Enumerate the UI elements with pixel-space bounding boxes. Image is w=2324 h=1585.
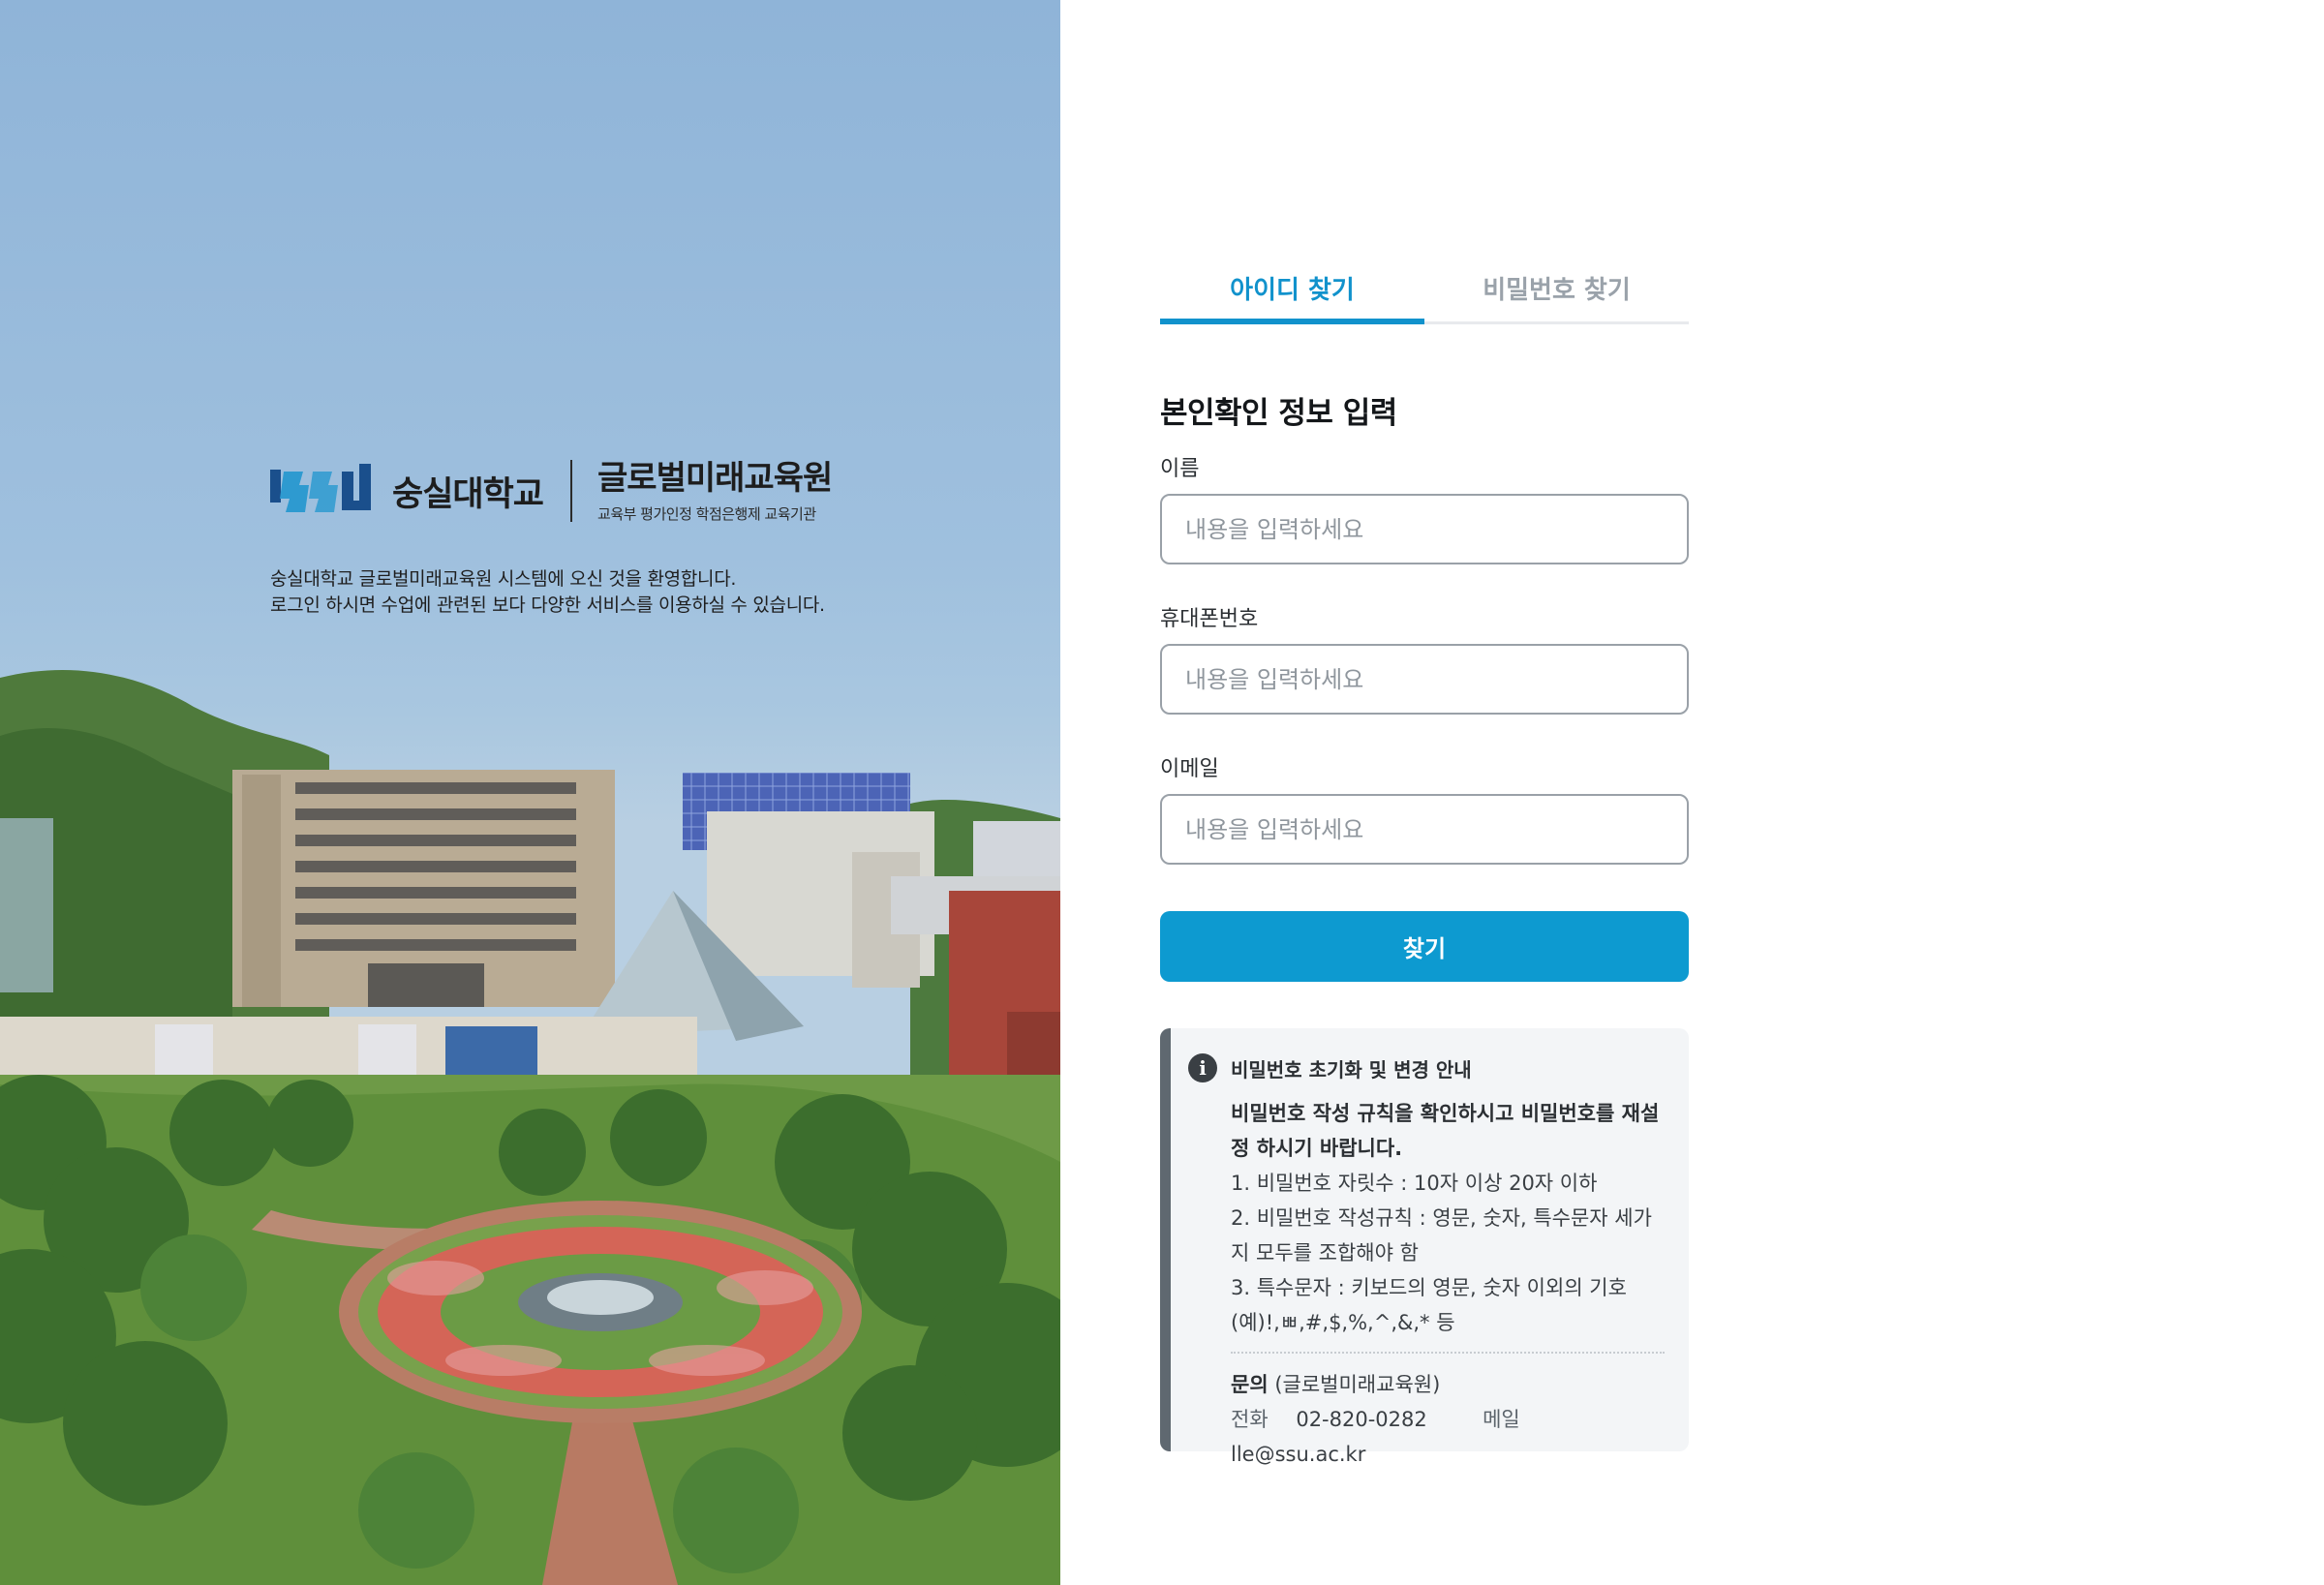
welcome-line-1: 숭실대학교 글로벌미래교육원 시스템에 오신 것을 환영합니다. bbox=[270, 568, 737, 590]
contact-heading: 문의 bbox=[1231, 1373, 1269, 1396]
find-tabs: 아이디 찾기 비밀번호 찾기 bbox=[1160, 254, 1689, 324]
contact-phone: 02-820-0282 bbox=[1296, 1408, 1427, 1431]
tab-find-id[interactable]: 아이디 찾기 bbox=[1160, 254, 1424, 324]
tab-find-password[interactable]: 비밀번호 찾기 bbox=[1424, 254, 1689, 321]
section-title: 본인확인 정보 입력 bbox=[1160, 396, 1397, 431]
name-label: 이름 bbox=[1160, 457, 1200, 481]
brand-lockup: 숭실대학교 글로벌미래교육원 교육부 평가인정 학점은행제 교육기관 bbox=[270, 458, 833, 524]
find-button[interactable]: 찾기 bbox=[1160, 911, 1689, 982]
notice-rule-3-line-2: (예)!,ㅃ,#,$,%,^,&,* 등 bbox=[1231, 1311, 1455, 1334]
email-label: 이메일 bbox=[1160, 757, 1219, 781]
ssu-logo-icon bbox=[270, 464, 371, 512]
campus-photo bbox=[0, 669, 1060, 1585]
notice-divider bbox=[1231, 1352, 1665, 1354]
notice-rule-3-line-1: 3. 특수문자 : 키보드의 영문, 숫자 이외의 기호 bbox=[1231, 1276, 1627, 1299]
welcome-line-2: 로그인 하시면 수업에 관련된 보다 다양한 서비스를 이용하실 수 있습니다. bbox=[270, 594, 825, 616]
email-input[interactable] bbox=[1160, 794, 1689, 865]
contact-email[interactable]: lle@ssu.ac.kr bbox=[1231, 1443, 1365, 1466]
notice-body: 비밀번호 작성 규칙을 확인하시고 비밀번호를 재설 정 하시기 바랍니다. 1… bbox=[1231, 1096, 1666, 1340]
phone-input[interactable] bbox=[1160, 644, 1689, 715]
contact-org: (글로벌미래교육원) bbox=[1274, 1373, 1441, 1396]
notice-rule-1: 1. 비밀번호 자릿수 : 10자 이상 20자 이하 bbox=[1231, 1172, 1598, 1195]
name-input[interactable] bbox=[1160, 494, 1689, 564]
institute-subtitle: 교육부 평가인정 학점은행제 교육기관 bbox=[597, 504, 816, 523]
phone-label-text: 전화 bbox=[1231, 1408, 1269, 1431]
notice-intro-line-1: 비밀번호 작성 규칙을 확인하시고 비밀번호를 재설 bbox=[1231, 1102, 1660, 1125]
password-notice-box: i 비밀번호 초기화 및 변경 안내 비밀번호 작성 규칙을 확인하시고 비밀번… bbox=[1160, 1028, 1689, 1466]
welcome-message: 숭실대학교 글로벌미래교육원 시스템에 오신 것을 환영합니다. 로그인 하시면… bbox=[270, 566, 825, 619]
phone-label: 휴대폰번호 bbox=[1160, 607, 1259, 631]
info-icon: i bbox=[1188, 1053, 1217, 1082]
contact-info: 문의 (글로벌미래교육원) 전화 02-820-0282 메일 lle@ssu.… bbox=[1231, 1367, 1666, 1472]
email-label-text: 메일 bbox=[1483, 1408, 1520, 1431]
hero-panel: 숭실대학교 글로벌미래교육원 교육부 평가인정 학점은행제 교육기관 숭실대학교… bbox=[0, 0, 1060, 1585]
notice-title: 비밀번호 초기화 및 변경 안내 bbox=[1231, 1057, 1472, 1082]
find-account-panel: 아이디 찾기 비밀번호 찾기 본인확인 정보 입력 이름 휴대폰번호 이메일 찾… bbox=[1160, 254, 1689, 1466]
brand-divider bbox=[570, 460, 573, 522]
notice-rule-2-line-1: 2. 비밀번호 작성규칙 : 영문, 숫자, 특수문자 세가 bbox=[1231, 1206, 1652, 1230]
notice-rule-2-line-2: 지 모두를 조합해야 함 bbox=[1231, 1241, 1419, 1265]
university-name: 숭실대학교 bbox=[392, 474, 544, 514]
institute-name: 글로벌미래교육원 bbox=[597, 458, 833, 498]
notice-intro-line-2: 정 하시기 바랍니다. bbox=[1231, 1137, 1403, 1160]
